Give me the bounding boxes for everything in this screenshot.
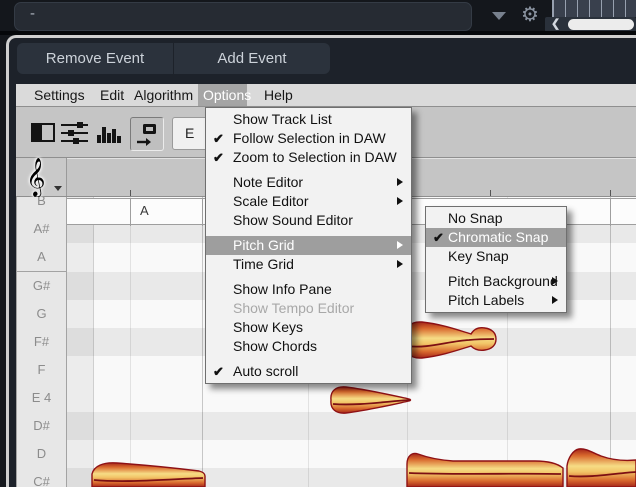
checkmark-icon: ✔ [213, 364, 224, 379]
checkmark-icon: ✔ [213, 150, 224, 165]
menu-item-show-tempo-editor: Show Tempo Editor [233, 300, 355, 316]
histogram-icon[interactable] [97, 126, 123, 143]
event-button-group: Remove Event Add Event [17, 43, 330, 74]
submenu-arrow-icon [397, 178, 403, 186]
menu-item-show-info-pane[interactable]: Show Info Pane [206, 280, 411, 299]
pitch-label[interactable]: E 4 [17, 384, 67, 413]
pitch-label[interactable]: B [17, 197, 67, 216]
submenu-arrow-icon [397, 197, 403, 205]
menu-item-show-chords[interactable]: Show Chords [206, 337, 411, 356]
submenu-arrow-icon [552, 277, 558, 285]
clef-dropdown-icon[interactable] [54, 186, 62, 191]
ruler-tick [130, 190, 131, 196]
snap-button[interactable] [130, 117, 164, 151]
menu-edit[interactable]: Edit [100, 84, 124, 106]
submenu-arrow-icon [552, 296, 558, 304]
menu-item-follow-selection[interactable]: ✔ Follow Selection in DAW [206, 129, 411, 148]
menu-item-show-track-list[interactable]: Show Track List [206, 110, 411, 129]
gear-icon[interactable]: ⚙ [521, 2, 539, 27]
note-blob[interactable] [404, 321, 497, 359]
menu-item-time-grid[interactable]: Time Grid [206, 255, 411, 274]
menu-item-chromatic-snap[interactable]: ✔ Chromatic Snap [426, 228, 566, 247]
menu-options[interactable]: Options [203, 84, 251, 106]
menu-item-note-editor[interactable]: Note Editor [206, 173, 411, 192]
pitch-grid-submenu: No Snap ✔ Chromatic Snap Key Snap Pitch B… [425, 206, 567, 313]
pitch-label[interactable]: D# [17, 412, 67, 441]
menu-item-show-sound-editor[interactable]: Show Sound Editor [206, 211, 411, 230]
pitch-label[interactable]: G [17, 300, 67, 329]
scrollbar-thumb[interactable] [568, 19, 634, 30]
pitch-label[interactable]: F [17, 356, 67, 385]
menu-item-pitch-grid[interactable]: Pitch Grid [206, 236, 411, 255]
pitch-label[interactable]: A [17, 243, 67, 272]
scroll-left-icon[interactable]: ❮ [551, 17, 560, 32]
options-dropdown-menu: Show Track List ✔ Follow Selection in DAW… [205, 107, 412, 384]
checkmark-icon: ✔ [213, 131, 224, 146]
checkmark-icon: ✔ [433, 230, 444, 245]
mini-piano-strip [552, 0, 636, 17]
pitch-label-column: B A# A G# G F# F E 4 D# D C# [16, 197, 67, 487]
menu-item-scale-editor[interactable]: Scale Editor [206, 192, 411, 211]
pitch-label[interactable]: C# [17, 468, 67, 487]
mixer-icon[interactable] [61, 121, 91, 145]
menu-item-key-snap[interactable]: Key Snap [426, 247, 566, 266]
menu-help[interactable]: Help [264, 84, 293, 106]
treble-clef-icon: 𝄞 [26, 157, 46, 196]
menu-item-no-snap[interactable]: No Snap [426, 209, 566, 228]
pitch-label[interactable]: A# [17, 215, 67, 244]
menu-item-zoom-selection[interactable]: ✔ Zoom to Selection in DAW [206, 148, 411, 167]
menu-algorithm[interactable]: Algorithm [134, 84, 193, 106]
chevron-down-icon[interactable] [492, 12, 506, 20]
note-blob[interactable] [406, 452, 564, 487]
daw-title-text: - [30, 5, 35, 22]
submenu-arrow-icon [397, 260, 403, 268]
daw-title-panel [14, 2, 472, 31]
pitch-label[interactable]: D [17, 440, 67, 469]
screen: - ⚙ ❮ Remove Event Add Event Settings Ed… [0, 0, 636, 487]
submenu-arrow-icon [397, 241, 403, 249]
menu-item-show-keys[interactable]: Show Keys [206, 318, 411, 337]
menu-item-pitch-background[interactable]: Pitch Background [426, 272, 566, 291]
ruler-tick [490, 190, 491, 196]
remove-event-button[interactable]: Remove Event [17, 43, 174, 74]
pitch-label[interactable]: F# [17, 328, 67, 357]
panel-toggle-icon-fill [33, 125, 42, 140]
snap-icon [137, 124, 156, 146]
menu-settings[interactable]: Settings [34, 84, 85, 106]
add-event-button[interactable]: Add Event [174, 43, 330, 74]
menu-item-pitch-labels[interactable]: Pitch Labels [426, 291, 566, 310]
ruler-tick [610, 190, 611, 196]
menu-item-auto-scroll[interactable]: ✔ Auto scroll [206, 362, 411, 381]
pitch-label[interactable]: G# [17, 272, 67, 301]
note-blob[interactable] [566, 448, 636, 487]
note-blob[interactable] [330, 386, 412, 414]
note-blob[interactable] [91, 462, 206, 487]
